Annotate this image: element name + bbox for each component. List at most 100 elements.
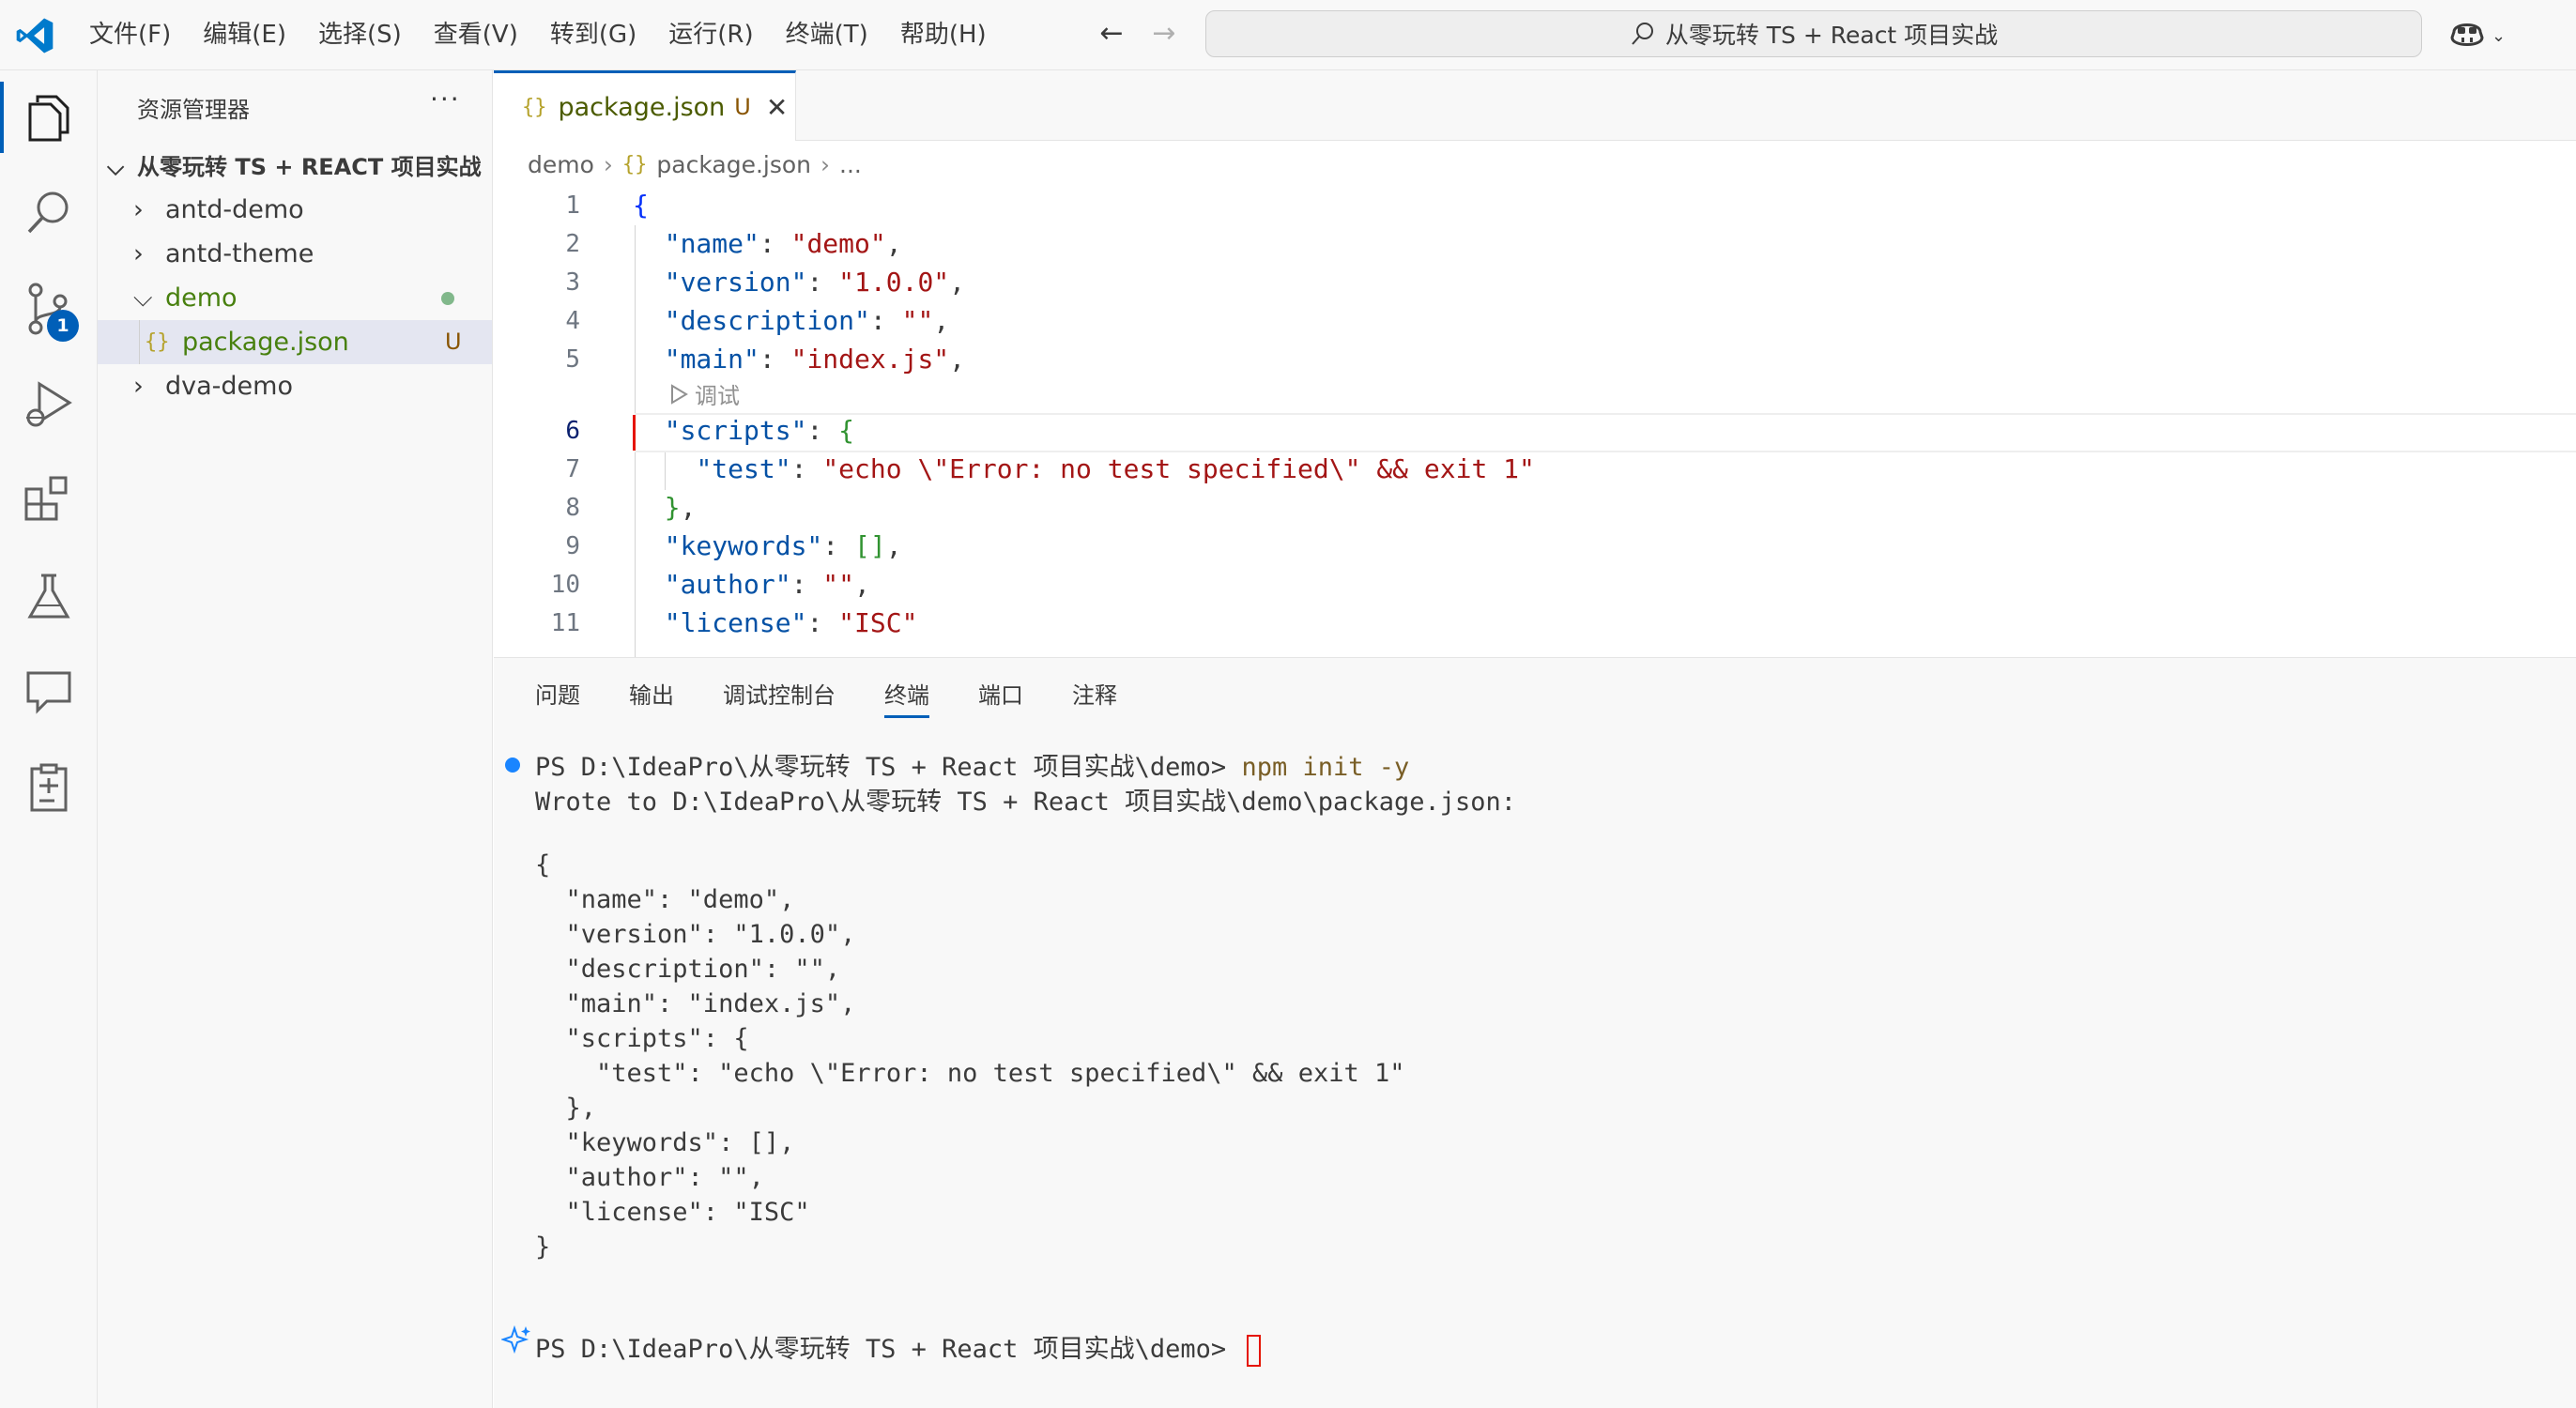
line-number: 9: [565, 532, 580, 560]
testing-activity[interactable]: [0, 549, 98, 643]
terminal-line: "test": "echo \"Error: no test specified…: [535, 1059, 1405, 1088]
menu-run[interactable]: 运行(R): [652, 0, 769, 69]
code-line-11: "license": "ISC": [664, 607, 918, 638]
chat-activity[interactable]: [0, 645, 98, 739]
terminal[interactable]: PS D:\IdeaPro\从零玩转 TS + React 项目实战\demo>…: [494, 742, 2576, 1400]
explorer-activity[interactable]: [0, 70, 98, 164]
line-number: 2: [565, 230, 580, 258]
tab-output[interactable]: 输出: [629, 658, 674, 733]
breadcrumb: demo › {} package.json › ...: [528, 143, 862, 188]
line-number: 4: [565, 307, 580, 335]
code-line-4: "description": "",: [664, 305, 950, 336]
current-line-highlight: [635, 413, 2576, 452]
explorer-title: 资源管理器: [137, 97, 250, 123]
notes-activity[interactable]: [0, 741, 98, 834]
extensions-icon: [24, 476, 68, 521]
code-line-5: "main": "index.js",: [664, 344, 966, 375]
copilot-menu[interactable]: ⌄: [2448, 17, 2514, 54]
close-icon[interactable]: ✕: [766, 92, 788, 123]
terminal-line: PS D:\IdeaPro\从零玩转 TS + React 项目实战\demo>: [535, 1328, 1262, 1367]
bottom-panel: 问题 输出 调试控制台 终端 端口 注释 PS D:\IdeaPro\从零玩转 …: [494, 657, 2576, 1408]
back-arrow-icon[interactable]: ←: [1095, 17, 1128, 51]
vscode-logo-icon: [16, 18, 54, 54]
menu-view[interactable]: 查看(V): [418, 0, 534, 69]
extensions-activity[interactable]: [0, 453, 98, 547]
tree-item-antd-theme[interactable]: › antd-theme: [98, 232, 492, 276]
breadcrumb-folder[interactable]: demo: [528, 143, 594, 188]
terminal-line: "description": "",: [535, 955, 841, 984]
code-line-10: "author": "",: [664, 569, 870, 600]
tree-item-label: package.json: [182, 328, 349, 357]
breadcrumb-more[interactable]: ...: [839, 143, 862, 188]
chevron-right-icon: ›: [133, 239, 144, 268]
line-number: 8: [565, 494, 580, 522]
editor-tab-bar: {} package.json U ✕: [494, 70, 2576, 141]
command-center-search[interactable]: 从零玩转 TS + React 项目实战: [1205, 10, 2422, 57]
json-file-icon: {}: [621, 153, 648, 176]
menu-go[interactable]: 转到(G): [534, 0, 652, 69]
chevron-right-icon: ›: [603, 151, 613, 178]
menu-help[interactable]: 帮助(H): [884, 0, 1003, 69]
json-file-icon: {}: [522, 95, 547, 119]
tree-item-dva-demo[interactable]: › dva-demo: [98, 364, 492, 408]
code-line-3: "version": "1.0.0",: [664, 267, 966, 298]
menu-bar: 文件(F) 编辑(E) 选择(S) 查看(V) 转到(G) 运行(R) 终端(T…: [73, 0, 1003, 69]
menu-file[interactable]: 文件(F): [73, 0, 187, 69]
code-line-1: {: [633, 190, 649, 221]
search-text: 从零玩转 TS + React 项目实战: [1664, 22, 1999, 49]
copilot-icon: [2450, 23, 2484, 46]
terminal-line: }: [535, 1232, 551, 1262]
untracked-badge: U: [734, 94, 751, 120]
code-line-9: "keywords": [],: [664, 530, 902, 561]
search-activity[interactable]: [0, 166, 98, 260]
terminal-line: },: [535, 1094, 597, 1123]
tree-item-package-json[interactable]: {} package.json U: [98, 320, 492, 364]
code-line-6: "scripts": {: [664, 415, 855, 446]
line-number: 5: [565, 345, 580, 374]
terminal-line: "main": "index.js",: [535, 989, 856, 1018]
play-icon: [671, 383, 688, 405]
terminal-line: "version": "1.0.0",: [535, 920, 856, 949]
tab-package-json[interactable]: {} package.json U ✕: [494, 70, 796, 141]
workspace-root-folder[interactable]: ⌵ 从零玩转 TS + REACT 项目实战: [98, 146, 492, 188]
terminal-cursor: [1247, 1334, 1262, 1367]
tab-ports[interactable]: 端口: [978, 658, 1023, 733]
title-bar: 文件(F) 编辑(E) 选择(S) 查看(V) 转到(G) 运行(R) 终端(T…: [0, 0, 2576, 70]
breadcrumb-file[interactable]: package.json: [656, 143, 811, 188]
untracked-badge: U: [445, 329, 462, 355]
tree-item-label: antd-theme: [165, 239, 314, 268]
tree-item-demo[interactable]: ⌵ demo: [98, 276, 492, 320]
code-editor[interactable]: 1 2 3 4 5 6 7 8 9 10 11 { "name": "demo"…: [494, 188, 2576, 657]
menu-selection[interactable]: 选择(S): [302, 0, 418, 69]
terminal-line: "scripts": {: [535, 1024, 749, 1053]
tab-debug-console[interactable]: 调试控制台: [723, 658, 836, 733]
menu-terminal[interactable]: 终端(T): [770, 0, 884, 69]
activity-bar: 1: [0, 70, 98, 1408]
terminal-line: "author": "",: [535, 1163, 764, 1192]
tree-item-antd-demo[interactable]: › antd-demo: [98, 188, 492, 232]
sparkle-icon[interactable]: [501, 1324, 533, 1356]
more-actions-icon[interactable]: ···: [430, 84, 461, 115]
indent-guide: [139, 320, 140, 364]
debug-codelens[interactable]: 调试: [668, 377, 740, 410]
forward-arrow-icon[interactable]: →: [1147, 17, 1181, 51]
chevron-right-icon: ›: [133, 372, 144, 401]
tab-terminal[interactable]: 终端: [884, 658, 929, 733]
line-number: 6: [565, 417, 580, 445]
tab-comments[interactable]: 注释: [1072, 658, 1117, 733]
source-control-activity[interactable]: 1: [0, 262, 98, 356]
command-status-dot: [505, 758, 520, 773]
chat-icon: [26, 671, 71, 714]
codelens-label: 调试: [695, 383, 740, 409]
search-icon: [1632, 23, 1653, 45]
run-debug-activity[interactable]: [0, 358, 98, 451]
menu-edit[interactable]: 编辑(E): [187, 0, 302, 69]
line-number: 7: [565, 455, 580, 483]
flask-icon: [27, 574, 70, 619]
chevron-down-icon: ⌵: [107, 154, 125, 180]
terminal-line: Wrote to D:\IdeaPro\从零玩转 TS + React 项目实战…: [535, 788, 1517, 817]
json-file-icon: {}: [145, 330, 170, 354]
tree-item-label: demo: [165, 283, 238, 313]
terminal-line: "license": "ISC": [535, 1198, 810, 1227]
tab-problems[interactable]: 问题: [535, 658, 580, 733]
